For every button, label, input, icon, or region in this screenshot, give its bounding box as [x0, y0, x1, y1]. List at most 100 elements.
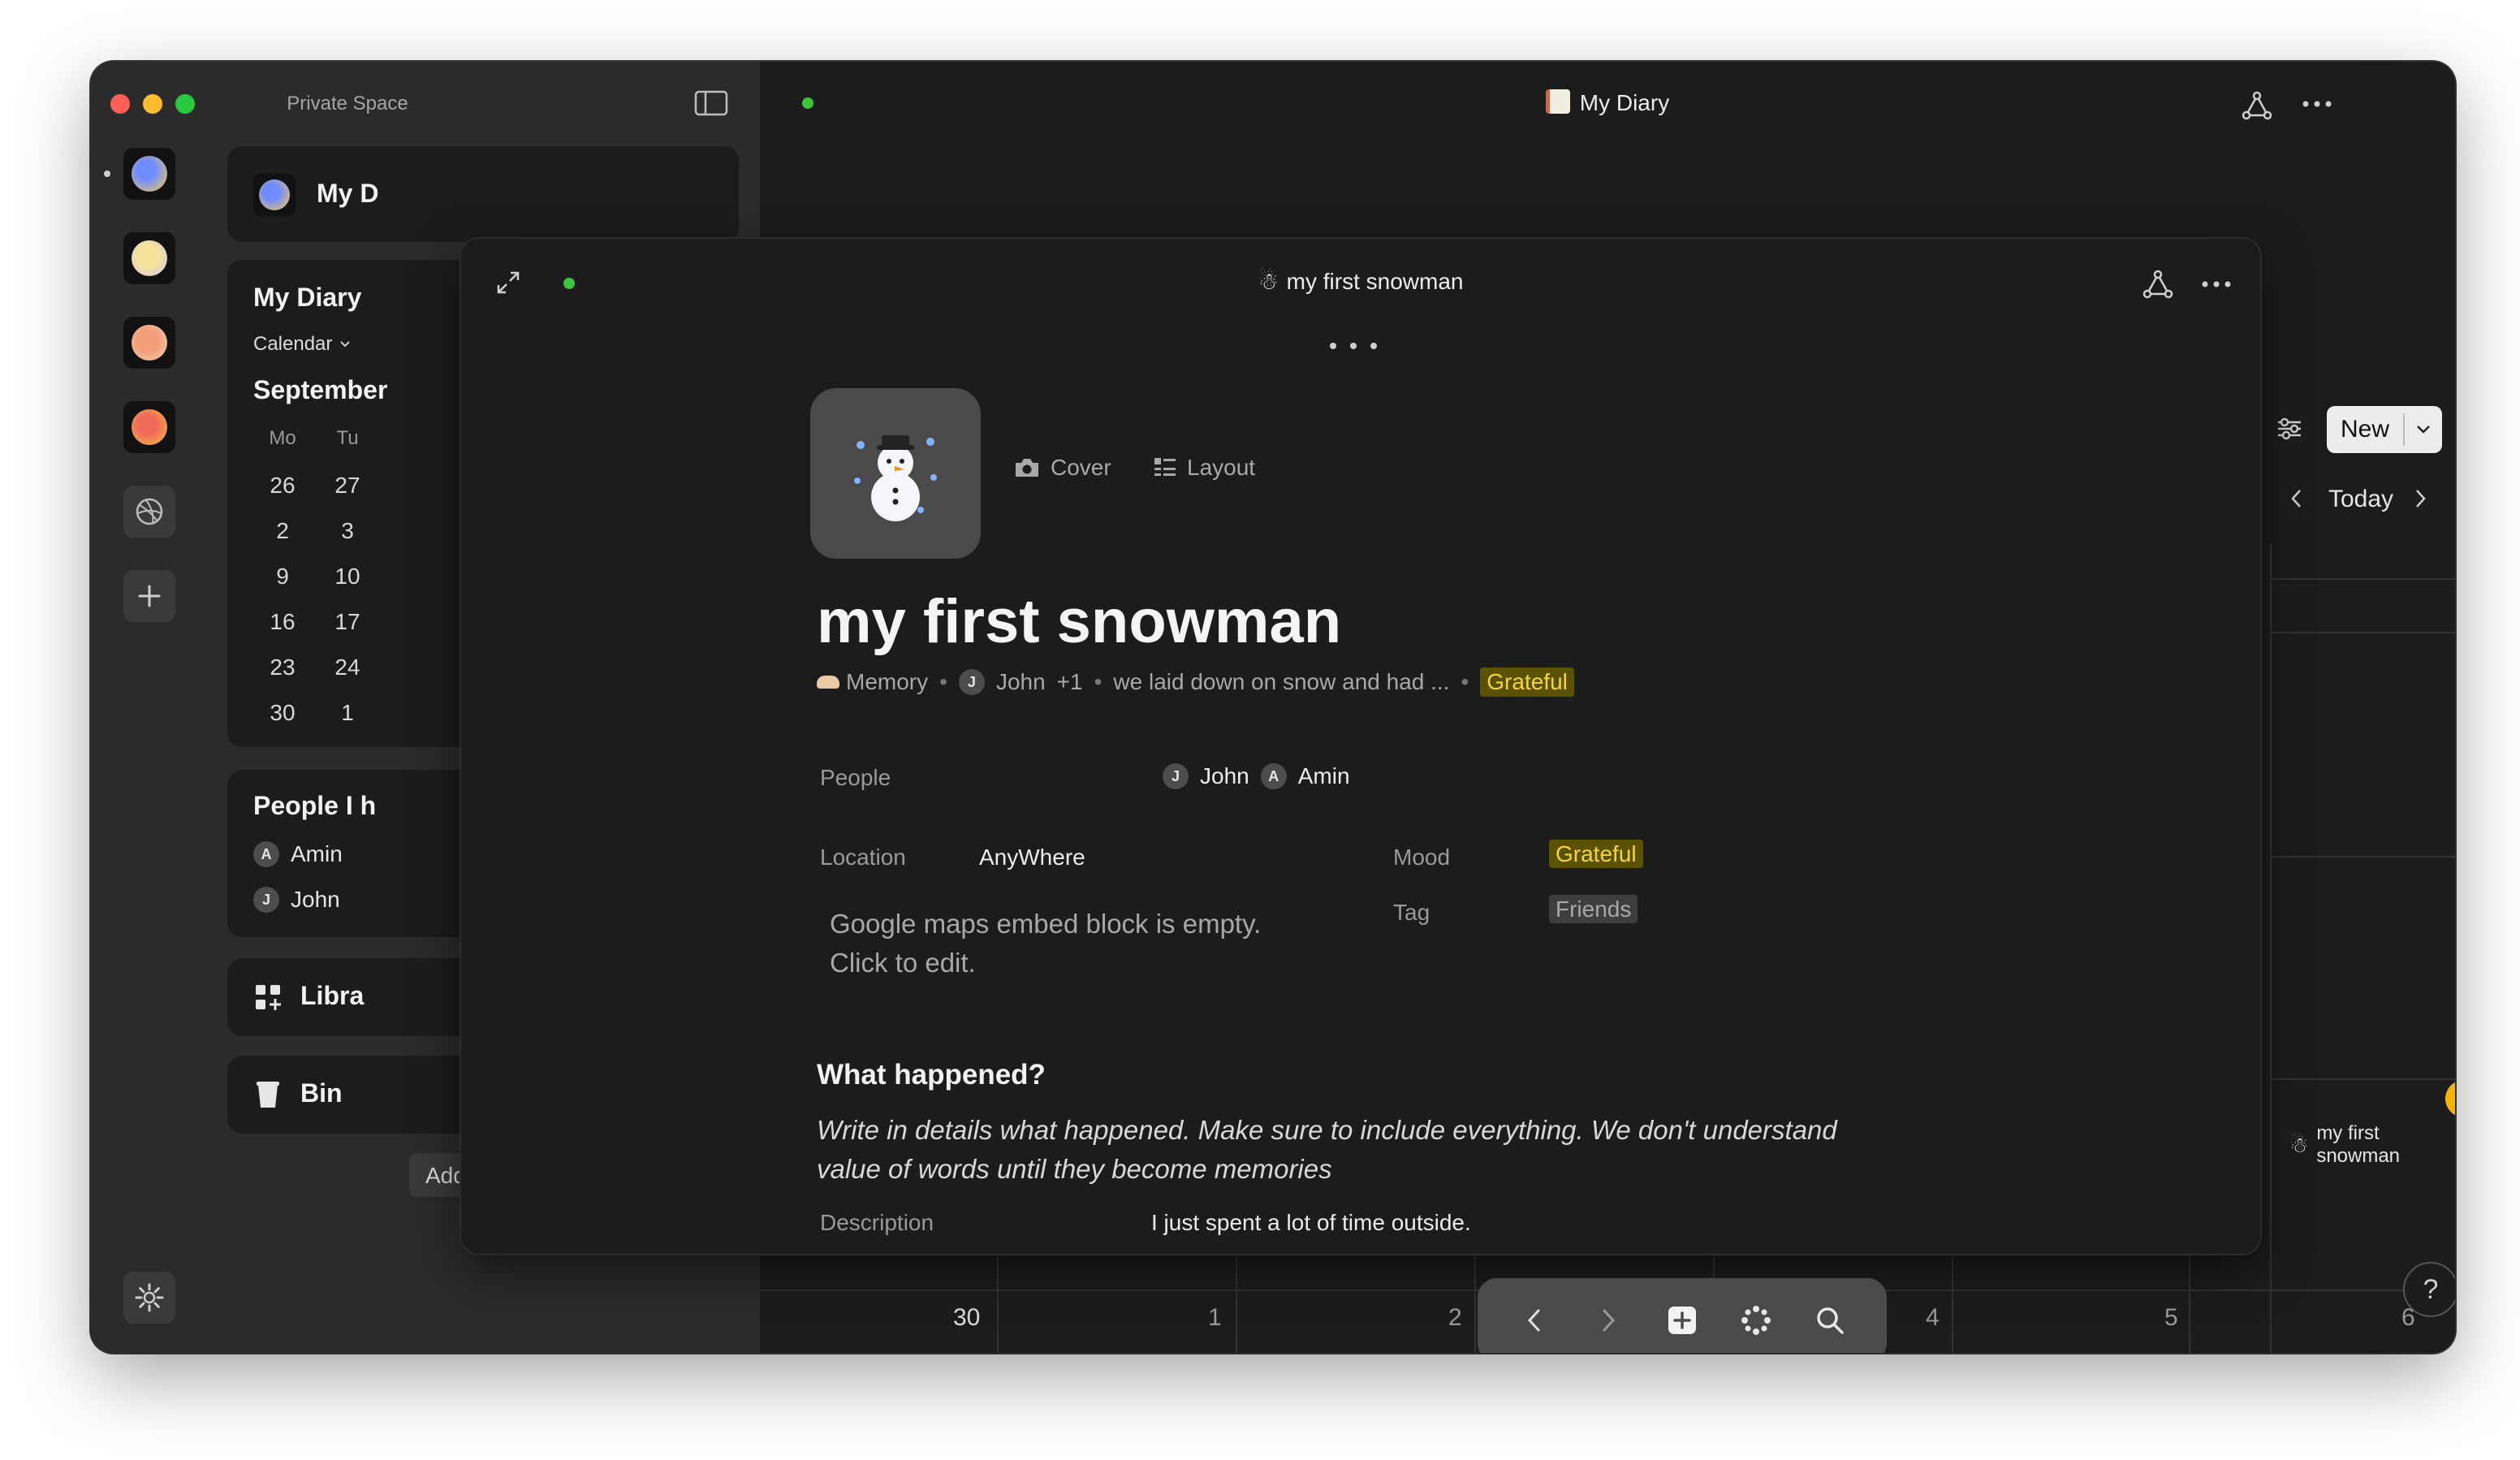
mini-cal-day[interactable]: 2 — [258, 518, 307, 544]
diary-card-title[interactable]: My Diary — [253, 283, 361, 313]
top-page-card[interactable]: My D — [227, 146, 739, 242]
space-1-button[interactable] — [123, 148, 175, 200]
mood-property-value[interactable]: Grateful — [1549, 840, 1643, 868]
description-property-label: Description — [820, 1210, 934, 1235]
mini-cal-day[interactable]: 3 — [323, 518, 372, 544]
today-day-badge[interactable]: 29 — [2445, 1080, 2455, 1117]
location-property-value[interactable]: AnyWhere — [979, 844, 1085, 870]
new-page-button[interactable] — [1656, 1294, 1708, 1346]
space-4-button[interactable] — [123, 401, 175, 453]
drag-handle-icon[interactable] — [1327, 339, 1380, 352]
modal-title: my first snowman — [1286, 269, 1464, 294]
people-card-title[interactable]: People I h — [253, 791, 376, 821]
day-number[interactable]: 1 — [1208, 1304, 1222, 1332]
back-button[interactable] — [1508, 1294, 1560, 1346]
memory-icon — [817, 676, 839, 689]
share-icon[interactable] — [2241, 89, 2273, 122]
mini-cal-day[interactable]: 26 — [258, 473, 307, 499]
day-number[interactable]: 30 — [953, 1304, 980, 1332]
day-number[interactable]: 5 — [2164, 1304, 2178, 1332]
person-name: John — [291, 887, 340, 912]
share-icon[interactable] — [2142, 268, 2174, 300]
mini-cal-day[interactable]: 17 — [323, 609, 372, 635]
mini-cal-day[interactable]: 24 — [323, 654, 372, 680]
person-name: Amin — [291, 841, 343, 866]
meta-more-people[interactable]: +1 — [1057, 669, 1083, 695]
mini-cal-day[interactable]: 10 — [323, 564, 372, 590]
person-item[interactable]: J John — [253, 887, 340, 913]
settings-button[interactable] — [123, 1272, 175, 1324]
mini-cal-day[interactable]: 23 — [258, 654, 307, 680]
today-button[interactable]: Today — [2328, 486, 2393, 513]
minimize-window-button[interactable] — [143, 94, 162, 114]
explore-button[interactable] — [123, 486, 175, 538]
space-title: Private Space — [287, 93, 408, 114]
new-button[interactable]: New — [2327, 406, 2442, 453]
layout-button[interactable]: Layout — [1153, 455, 1255, 481]
add-cover-button[interactable]: Cover — [1013, 455, 1111, 481]
add-button-label: Add — [425, 1163, 466, 1188]
zoom-window-button[interactable] — [175, 94, 195, 114]
person-item[interactable]: A Amin — [253, 841, 343, 867]
page-title: My Diary — [1579, 90, 1670, 115]
search-button[interactable] — [1804, 1294, 1856, 1346]
people-property-label: People — [820, 765, 891, 790]
people-property-value[interactable]: J John A Amin — [1163, 763, 1350, 789]
plus-square-icon — [1668, 1307, 1696, 1334]
chevron-down-icon[interactable] — [2414, 424, 2432, 435]
layout-icon — [1154, 458, 1176, 476]
close-window-button[interactable] — [110, 94, 130, 114]
avatar: A — [1260, 763, 1287, 789]
prompt-text[interactable]: Write in details what happened. Make sur… — [817, 1111, 1905, 1189]
maps-embed-placeholder[interactable]: Google maps embed block is empty. Click … — [830, 905, 1261, 983]
more-icon[interactable] — [2200, 276, 2233, 292]
mini-cal-day[interactable]: 9 — [258, 564, 307, 590]
help-button[interactable]: ? — [2403, 1262, 2455, 1317]
calendar-event[interactable]: ☃ my first snowman — [2289, 1122, 2455, 1168]
tag-property-value[interactable]: Friends — [1549, 895, 1638, 923]
day-number[interactable]: 4 — [1926, 1304, 1940, 1332]
mood-property-label: Mood — [1393, 844, 1451, 870]
page-heading[interactable]: my first snowman — [817, 586, 1341, 657]
description-property-value[interactable]: I just spent a lot of time outside. — [1151, 1210, 1471, 1236]
sidebar-toggle-icon[interactable] — [693, 89, 729, 117]
page-icon[interactable] — [810, 388, 981, 559]
meta-summary[interactable]: we laid down on snow and had ... — [1113, 669, 1449, 695]
traffic-lights — [110, 94, 195, 114]
view-selector[interactable]: Calendar — [253, 333, 352, 356]
prompt-line: Write in details what happened. Make sur… — [817, 1115, 1837, 1145]
filter-icon[interactable] — [2275, 414, 2304, 443]
library-label: Libra — [300, 981, 365, 1010]
library-icon — [256, 985, 281, 1010]
search-icon — [1817, 1307, 1845, 1334]
avatar: J — [958, 669, 985, 695]
chevron-right-icon — [1603, 1309, 1615, 1332]
bin-icon — [257, 1082, 279, 1108]
chevron-right-icon[interactable] — [2411, 487, 2429, 510]
command-button[interactable] — [1730, 1294, 1782, 1346]
space-rail — [91, 62, 209, 1353]
mini-cal-day[interactable]: 30 — [258, 700, 307, 726]
mini-cal-day[interactable]: 1 — [323, 700, 372, 726]
sparkle-dots-icon — [1741, 1306, 1771, 1335]
meta-person[interactable]: John — [996, 669, 1046, 695]
more-icon[interactable] — [2301, 96, 2333, 112]
meta-type[interactable]: Memory — [817, 669, 928, 695]
chevron-down-icon — [340, 341, 351, 348]
space-1-icon — [132, 156, 167, 192]
maps-click-text: Click to edit. — [830, 948, 976, 978]
space-3-button[interactable] — [123, 317, 175, 369]
modal-header: ☃ my first snowman — [461, 268, 2260, 295]
forward-button[interactable] — [1582, 1294, 1634, 1346]
mood-chip[interactable]: Grateful — [1480, 667, 1574, 697]
mini-cal-day[interactable]: 27 — [323, 473, 372, 499]
section-heading[interactable]: What happened? — [817, 1059, 1046, 1091]
app-window: Private Space My D My Diary Calendar Sep… — [91, 62, 2455, 1353]
chevron-left-icon[interactable] — [2288, 487, 2306, 510]
day-number[interactable]: 2 — [1448, 1304, 1462, 1332]
avatar: J — [1163, 763, 1189, 789]
mini-cal-weekday: Tu — [336, 427, 359, 449]
add-space-button[interactable] — [123, 570, 175, 622]
space-2-button[interactable] — [123, 232, 175, 284]
mini-cal-day[interactable]: 16 — [258, 609, 307, 635]
